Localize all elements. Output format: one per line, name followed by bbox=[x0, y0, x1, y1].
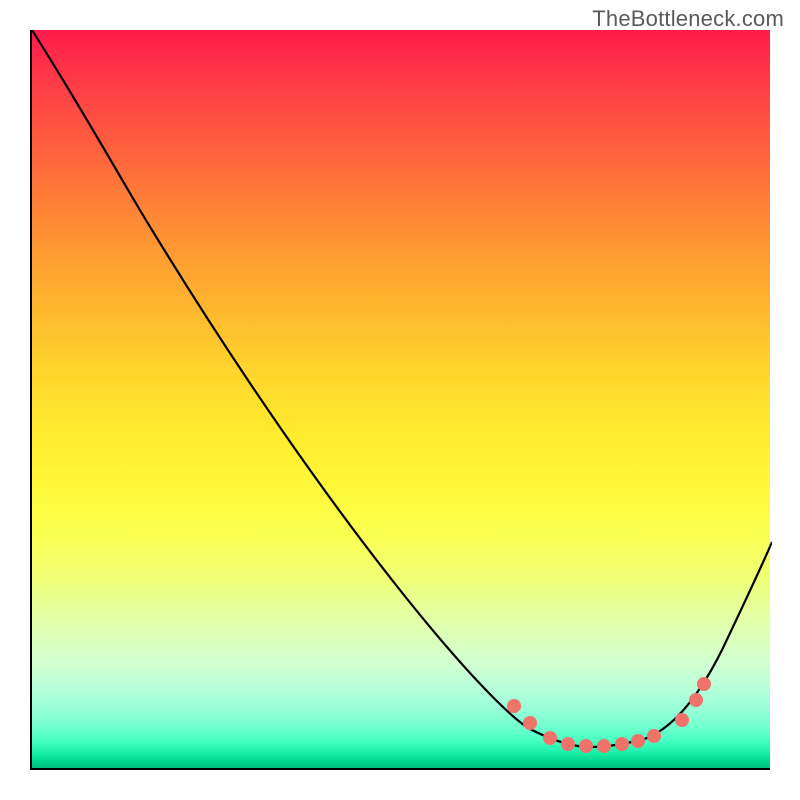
plot-area bbox=[30, 30, 770, 770]
dot-group bbox=[507, 677, 711, 753]
dot bbox=[523, 716, 537, 730]
watermark-text: TheBottleneck.com bbox=[592, 6, 784, 32]
dot bbox=[615, 737, 629, 751]
dot bbox=[507, 699, 521, 713]
curve-path bbox=[32, 30, 772, 747]
dot bbox=[647, 729, 661, 743]
dot bbox=[697, 677, 711, 691]
chart-container: TheBottleneck.com bbox=[0, 0, 800, 800]
dot bbox=[561, 737, 575, 751]
dot bbox=[631, 734, 645, 748]
dot bbox=[579, 739, 593, 753]
chart-svg bbox=[32, 30, 772, 770]
dot bbox=[689, 693, 703, 707]
dot bbox=[675, 713, 689, 727]
dot bbox=[543, 731, 557, 745]
dot bbox=[597, 739, 611, 753]
